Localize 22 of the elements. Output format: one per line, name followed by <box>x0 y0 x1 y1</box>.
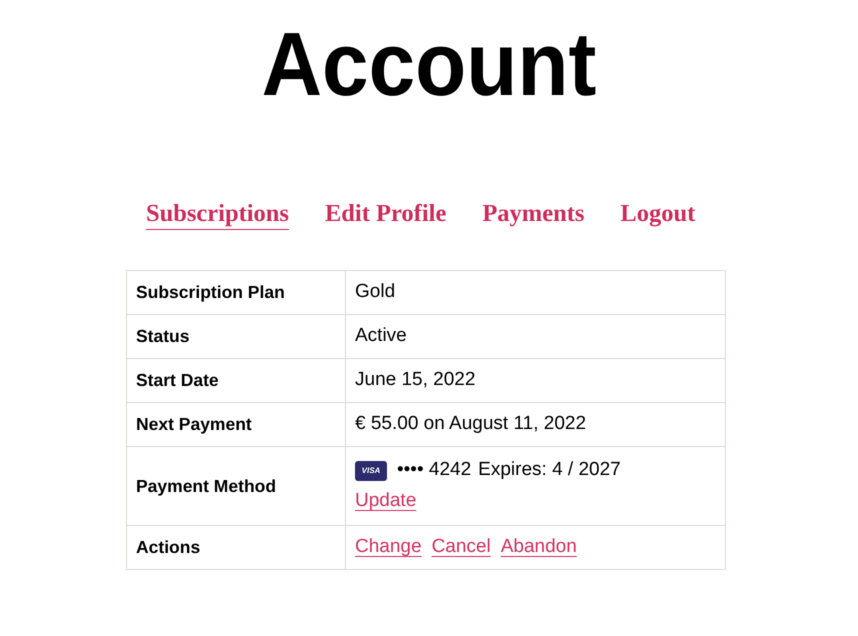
cell-value: € 55.00 on August 11, 2022 <box>355 413 586 434</box>
cell-value: June 15, 2022 <box>355 369 476 390</box>
text-link[interactable]: Cancel <box>432 533 491 562</box>
nav-tab[interactable]: Logout <box>620 200 696 230</box>
row-label: Next Payment <box>136 414 252 434</box>
row-label: Subscription Plan <box>136 282 285 302</box>
text-link[interactable]: Change <box>355 533 422 562</box>
nav-tab[interactable]: Payments <box>482 200 584 230</box>
row-label: Payment Method <box>136 476 276 496</box>
cell-value: Gold <box>355 281 396 302</box>
row-label: Actions <box>136 537 200 558</box>
cell-value: Active <box>355 325 407 346</box>
nav-tab[interactable]: Subscriptions <box>146 200 289 230</box>
page-title: Account <box>262 20 596 110</box>
row-label: Status <box>136 326 190 346</box>
card-expiry: Expires: 4 / 2027 <box>478 458 621 482</box>
text-link[interactable]: Update <box>355 487 416 516</box>
nav-tab[interactable]: Edit Profile <box>324 200 446 230</box>
text-link[interactable]: Abandon <box>500 533 577 562</box>
card-number: •••• 4242 <box>397 458 472 482</box>
row-label: Start Date <box>136 370 219 390</box>
card-brand-badge: VISA <box>355 460 387 480</box>
